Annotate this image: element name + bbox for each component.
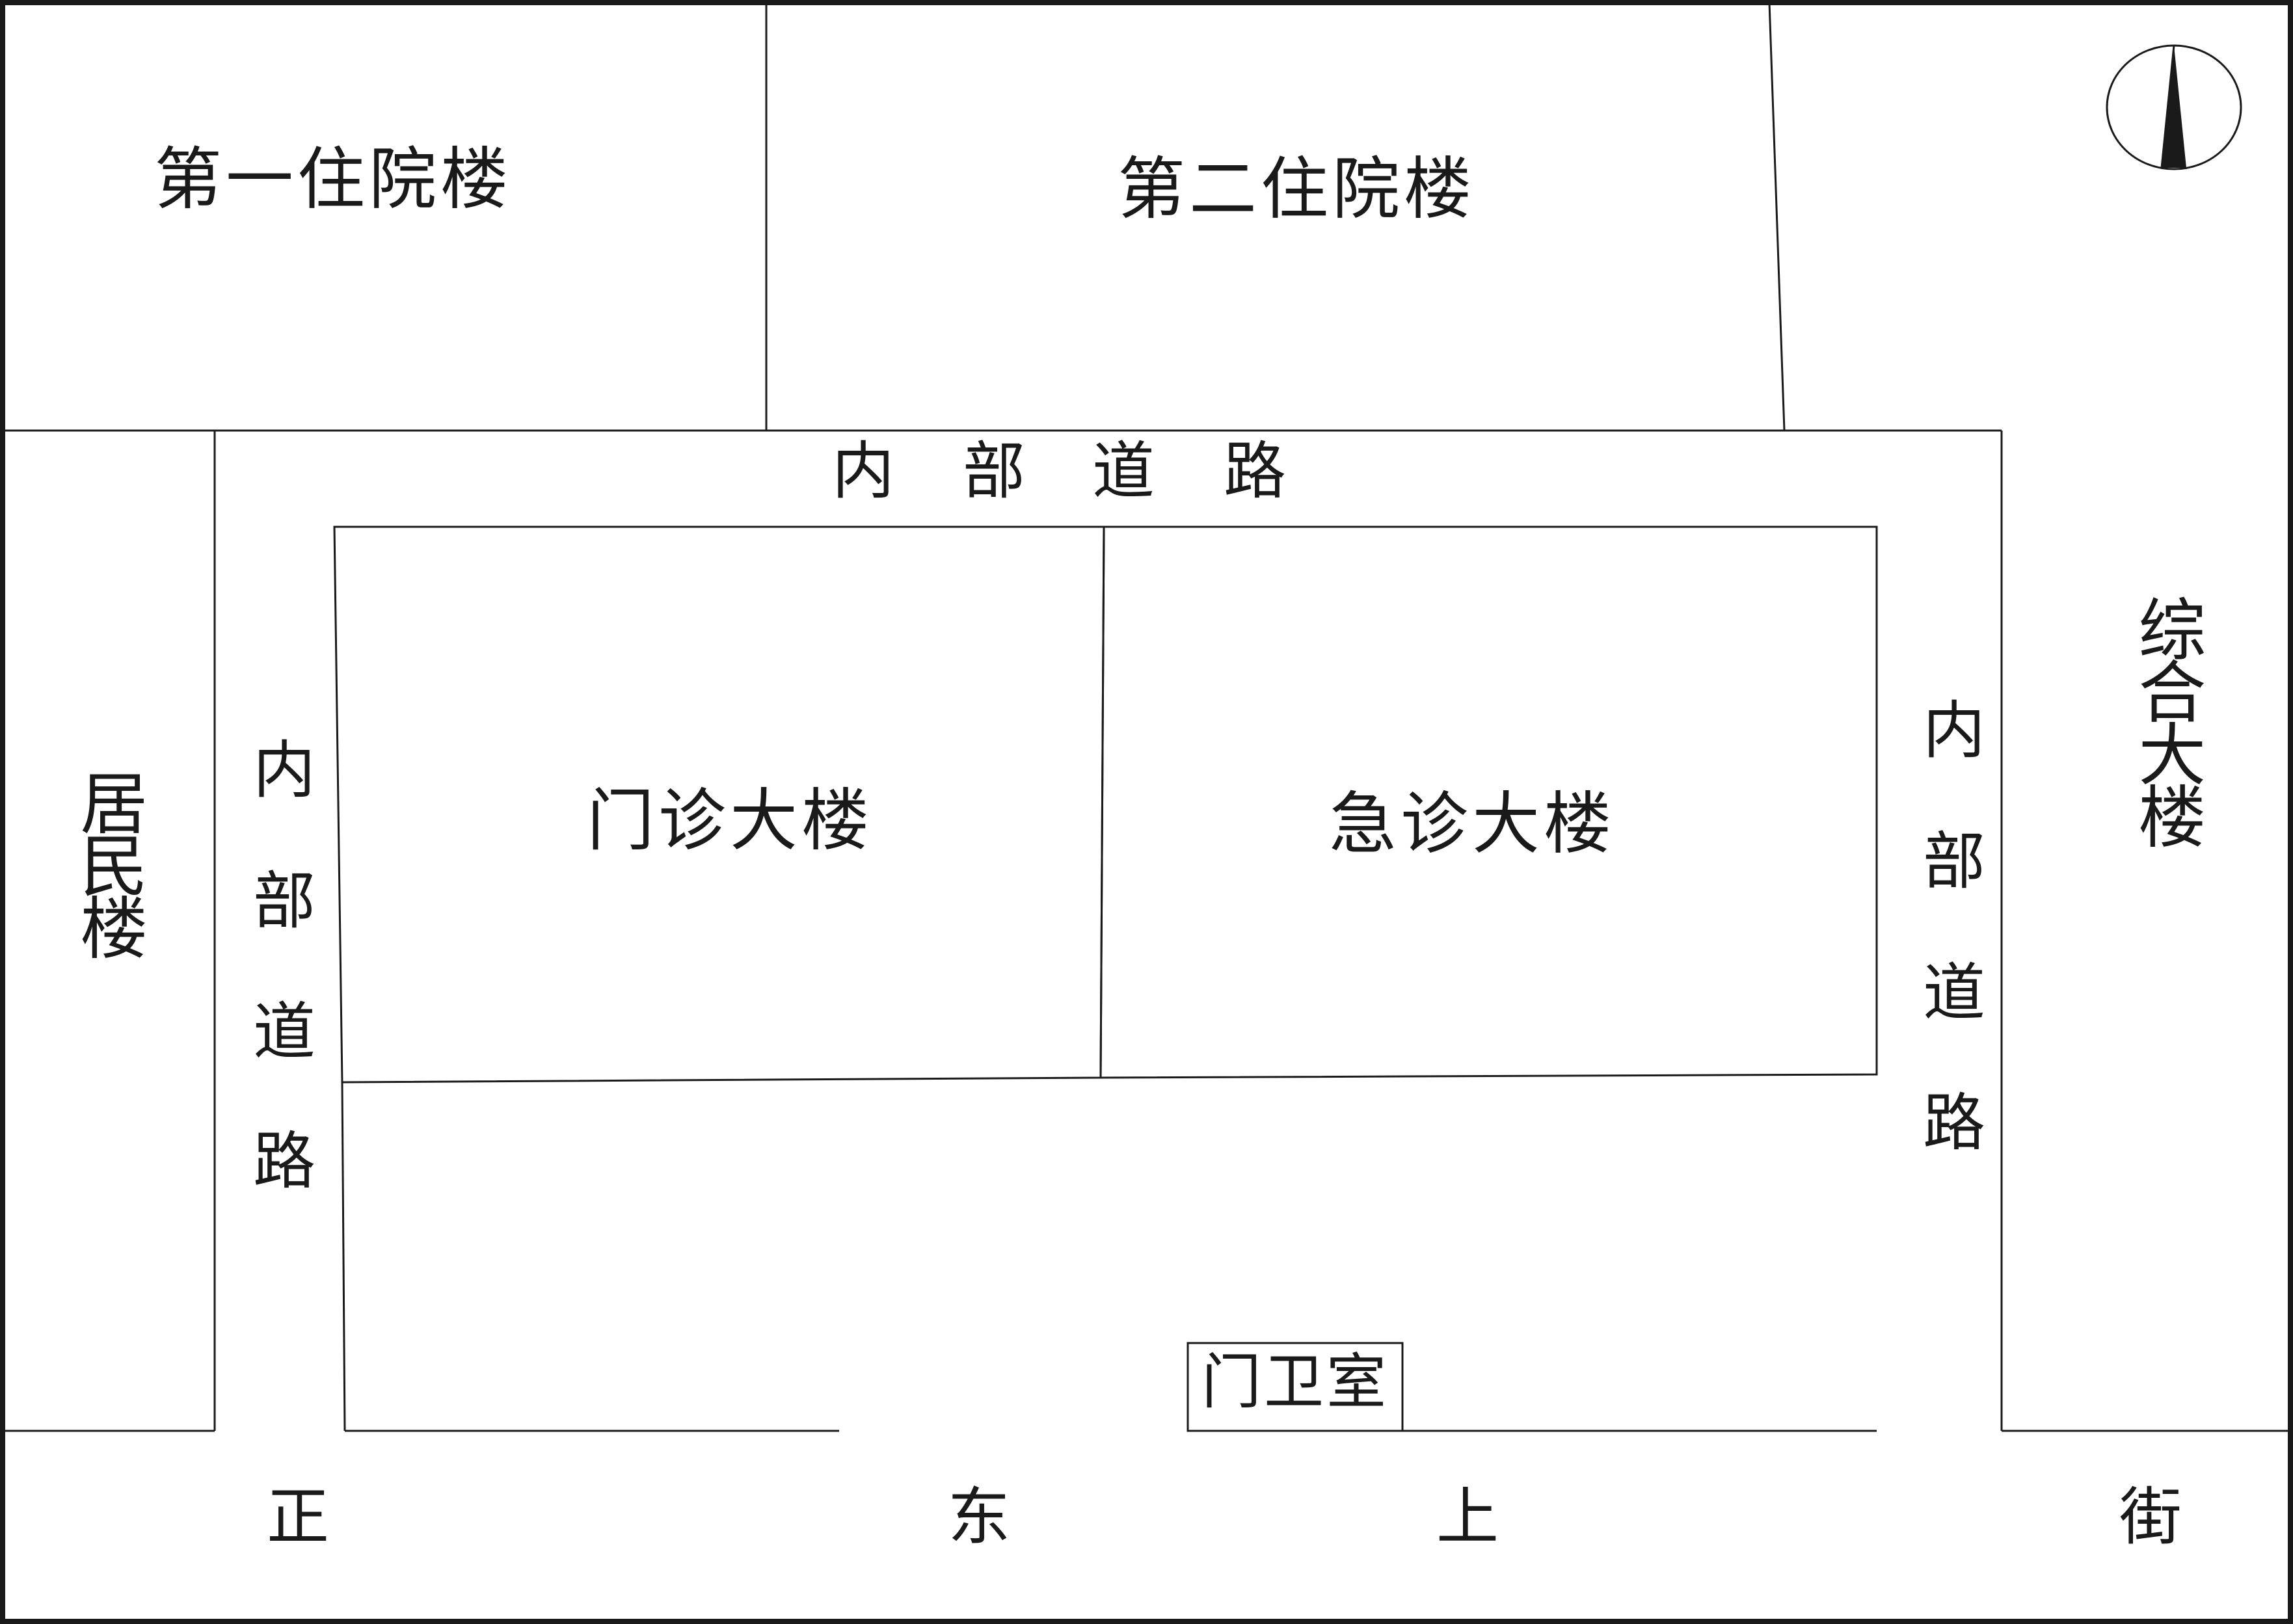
compound-left-edge <box>341 1082 346 1431</box>
top-road-char-4: 路 <box>1224 434 1286 507</box>
left-road-char-4: 路 <box>253 1125 315 1197</box>
inpatient-building-1-label: 第一住院楼 <box>154 139 512 219</box>
top-road-char-3: 道 <box>1092 434 1155 507</box>
right-road-char-2: 部 <box>1923 825 1985 898</box>
left-road-char-3: 道 <box>253 995 315 1068</box>
street-char-1: 正 <box>267 1480 329 1553</box>
right-road-char-3: 道 <box>1923 956 1985 1029</box>
north-arrow-icon <box>2106 44 2242 170</box>
outer-frame <box>0 0 2293 1624</box>
guard-room-label: 门卫室 <box>1201 1347 1389 1417</box>
compass-needle <box>2162 46 2186 168</box>
complex-building-label: 综合大楼 <box>2126 594 2206 847</box>
outpatient-building-label: 门诊大楼 <box>587 780 873 860</box>
left-road-char-1: 内 <box>253 734 315 806</box>
emergency-building-label: 急诊大楼 <box>1329 784 1615 863</box>
right-road-char-4: 路 <box>1923 1086 1985 1159</box>
street-char-3: 上 <box>1436 1480 1499 1553</box>
top-road-char-1: 内 <box>832 434 894 507</box>
left-road-char-2: 部 <box>253 864 315 937</box>
right-road-char-1: 内 <box>1923 694 1985 767</box>
site-plan-svg: 第一住院楼 第二住院楼 门诊大楼 急诊大楼 门卫室 居民楼 综合大楼 内 部 道… <box>0 0 2293 1624</box>
top-road-char-2: 部 <box>963 434 1025 507</box>
site-plan: 第一住院楼 第二住院楼 门诊大楼 急诊大楼 门卫室 居民楼 综合大楼 内 部 道… <box>0 0 2293 1624</box>
residential-building-label: 居民楼 <box>68 768 148 959</box>
inpatient-building-2-label: 第二住院楼 <box>1118 149 1475 228</box>
street-char-4: 街 <box>2119 1480 2182 1553</box>
inpatient-divider-2 <box>1768 2 1786 431</box>
street-char-2: 东 <box>948 1480 1010 1553</box>
